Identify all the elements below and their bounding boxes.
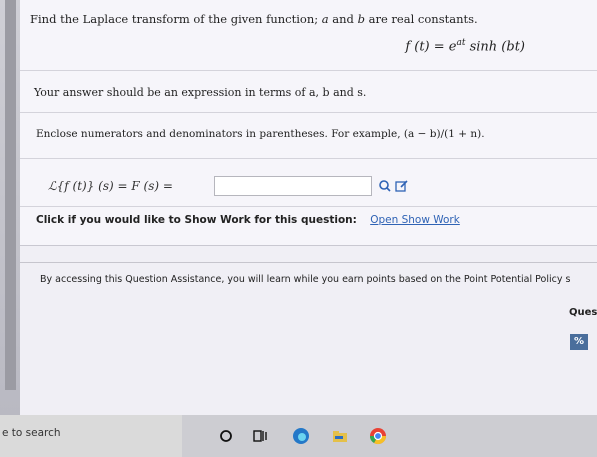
search-placeholder: e to search [2, 427, 61, 439]
answer-input[interactable] [214, 176, 372, 196]
edge-icon[interactable] [292, 427, 310, 445]
question-instruction: Find the Laplace transform of the given … [30, 12, 478, 26]
open-show-work-link[interactable]: Open Show Work [370, 214, 460, 226]
show-work-row: Click if you would like to Show Work for… [36, 214, 460, 226]
taskbar-search[interactable]: e to search [0, 415, 182, 457]
percent-badge[interactable]: % [570, 334, 588, 350]
divider [20, 112, 597, 113]
chrome-icon[interactable] [369, 427, 387, 445]
assistance-text: By accessing this Question Assistance, y… [40, 274, 571, 285]
scrollbar[interactable] [5, 0, 16, 390]
divider [20, 206, 597, 207]
divider [20, 262, 597, 263]
left-border [0, 0, 20, 415]
divider [20, 70, 597, 71]
page: Find the Laplace transform of the given … [20, 0, 597, 415]
edit-icon[interactable] [395, 179, 409, 193]
task-view-icon[interactable] [251, 427, 269, 445]
question-nav-label[interactable]: Ques [569, 307, 597, 318]
answer-tools [378, 179, 409, 193]
divider [20, 158, 597, 159]
file-explorer-icon[interactable] [331, 427, 349, 445]
cortana-icon[interactable] [217, 427, 235, 445]
question-card: Find the Laplace transform of the given … [20, 0, 597, 246]
equation-icon[interactable] [378, 179, 392, 193]
taskbar: e to search [0, 415, 597, 457]
answer-label: ℒ{f (t)} (s) = F (s) = [48, 179, 173, 193]
answer-hint: Your answer should be an expression in t… [34, 86, 367, 99]
show-work-label: Click if you would like to Show Work for… [36, 214, 357, 226]
function-expression: f (t) = eat sinh (bt) [405, 38, 525, 55]
enclose-hint: Enclose numerators and denominators in p… [36, 128, 485, 140]
